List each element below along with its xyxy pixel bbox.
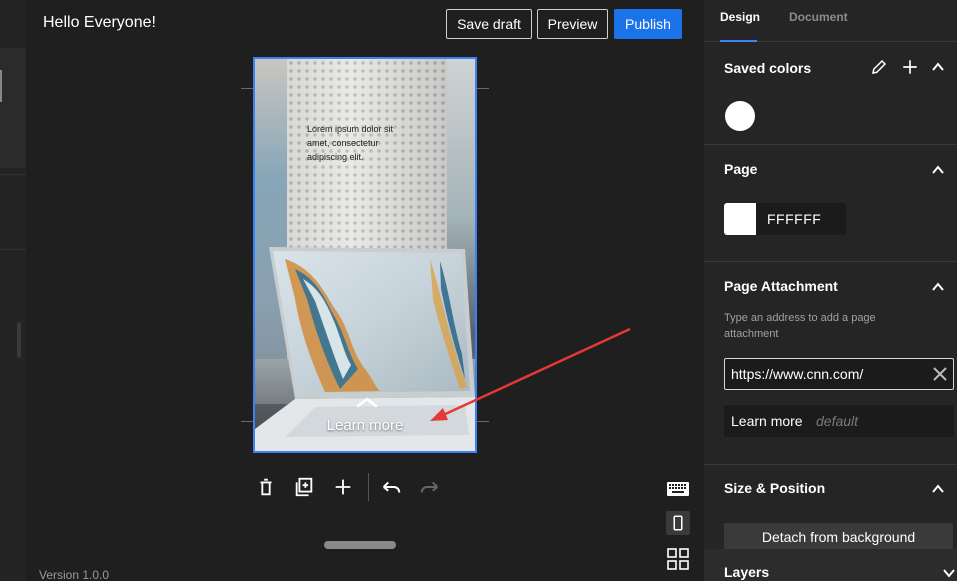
left-sidebar-edge [0,0,26,581]
page-section-title: Page [724,161,758,177]
safe-zone-guide [477,88,489,89]
saved-colors-section: Saved colors [704,42,957,145]
sidebar-block [0,174,26,250]
page-body-text[interactable]: Lorem ipsum dolor sit amet, consectetur … [307,122,417,164]
document-title: Hello Everyone! [43,14,156,31]
publish-button[interactable]: Publish [614,9,682,39]
story-page[interactable]: Lorem ipsum dolor sit amet, consectetur … [253,57,477,453]
sidebar-scrollbar[interactable] [17,322,21,358]
page-color-swatch[interactable] [724,203,756,235]
attachment-label-placeholder: default [816,413,859,429]
safe-zone-guide [477,421,489,422]
saved-colors-title: Saved colors [724,60,812,76]
sidebar-block [0,48,26,168]
chevron-up-icon[interactable] [931,60,945,74]
chevron-up-icon[interactable] [931,280,945,294]
design-panel: Design Document Saved colors Page FFFFFF… [704,0,957,581]
tab-design[interactable]: Design [720,10,760,24]
canvas-scrollbar[interactable] [324,541,396,549]
editor-root: Hello Everyone! Save draft Preview Publi… [0,0,957,581]
preview-button[interactable]: Preview [537,9,608,39]
attachment-label-input[interactable]: Learn more default [724,405,954,437]
keyboard-icon[interactable] [666,477,690,501]
page-color-field[interactable]: FFFFFF [724,203,846,235]
undo-icon[interactable] [379,475,403,499]
attachment-url-value[interactable]: https://www.cnn.com/ [731,366,863,382]
detach-from-background-button[interactable]: Detach from background [724,523,953,551]
safe-zone-guide [241,421,253,422]
redo-icon[interactable] [418,475,442,499]
chevron-up-icon[interactable] [931,163,945,177]
attachment-url-input[interactable]: https://www.cnn.com/ [724,358,954,390]
page-attachment-section: Page Attachment Type an address to add a… [704,262,957,465]
duplicate-icon[interactable] [292,475,316,499]
page-section: Page FFFFFF [704,145,957,262]
panel-tabs: Design Document [704,0,957,42]
size-position-title: Size & Position [724,480,826,496]
layers-section: Layers [704,549,957,581]
version-label: Version 1.0.0 [39,568,110,581]
toolbar-divider [368,473,369,501]
safe-zone-guide [241,88,253,89]
add-icon[interactable] [331,475,355,499]
mobile-icon[interactable] [666,511,690,535]
clear-icon[interactable] [931,365,949,383]
grid-icon[interactable] [666,547,690,571]
trash-icon[interactable] [254,475,278,499]
attachment-label-value[interactable]: Learn more [731,413,803,429]
add-color-icon[interactable] [901,58,919,76]
page-color-value[interactable]: FFFFFF [767,211,821,227]
page-attachment-help: Type an address to add a page attachment [724,312,876,340]
size-position-section: Size & Position Detach from background [704,465,957,551]
page-attachment-cta[interactable]: Learn more [255,417,475,434]
saved-color-swatch[interactable] [725,101,755,131]
chevron-up-icon[interactable] [931,482,945,496]
editor-canvas: Hello Everyone! Save draft Preview Publi… [26,0,704,581]
edit-icon[interactable] [870,58,888,76]
tab-document[interactable]: Document [789,10,848,24]
save-draft-button[interactable]: Save draft [446,9,532,39]
sidebar-handle[interactable] [0,70,2,102]
page-attachment-title: Page Attachment [724,278,838,294]
layers-title[interactable]: Layers [724,564,769,580]
chevron-down-icon[interactable] [942,566,956,580]
chevron-up-icon [356,397,378,408]
